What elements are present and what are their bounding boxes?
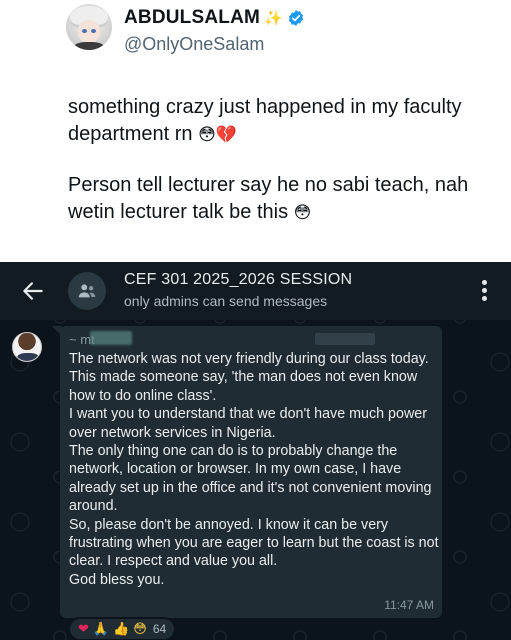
- group-icon: [78, 284, 96, 298]
- chat-header: CEF 301 2025_2026 SESSION only admins ca…: [0, 262, 511, 320]
- more-vert-icon[interactable]: [478, 278, 490, 304]
- profile-avatar[interactable]: [66, 4, 112, 50]
- flushed-emoji: 😳: [293, 203, 312, 223]
- tweet-text-1: something crazy just happened in my facu…: [68, 96, 462, 145]
- flushed-reaction-icon: 😳: [133, 621, 147, 637]
- author-handle[interactable]: @OnlyOneSalam: [124, 34, 264, 55]
- chat-screenshot: CEF 301 2025_2026 SESSION only admins ca…: [0, 262, 511, 640]
- pray-reaction-icon: 🙏: [92, 621, 110, 637]
- message-text: The network was not very friendly during…: [69, 351, 439, 588]
- display-name[interactable]: ABDULSALAM: [124, 7, 260, 29]
- message-bubble[interactable]: ~ mt The network was not very friendly d…: [52, 326, 442, 618]
- tweet-card: ABDULSALAM ✨ @OnlyOneSalam something cra…: [0, 0, 511, 262]
- thumbs-up-reaction-icon: 👍: [113, 621, 130, 637]
- reaction-count: 64: [152, 622, 167, 636]
- arrow-left-icon[interactable]: [20, 278, 46, 304]
- message-timestamp: 11:47 AM: [384, 598, 434, 612]
- flushed-broken-heart-emoji: 😳💔: [198, 125, 237, 145]
- tweet-text-paragraph-2: Person tell lecturer say he no sabi teac…: [68, 172, 488, 227]
- redacted-sender-name: [90, 331, 132, 345]
- verified-badge-icon: [288, 10, 303, 26]
- tweet-text-paragraph-1: something crazy just happened in my facu…: [68, 94, 488, 149]
- chat-subtitle: only admins can send messages: [124, 293, 328, 309]
- heart-reaction-icon: ❤: [78, 621, 89, 637]
- sender-avatar[interactable]: [12, 332, 42, 362]
- reactions-bar[interactable]: ❤ 🙏 👍 😳 64: [68, 617, 177, 640]
- tweet-text-2: Person tell lecturer say he no sabi teac…: [68, 174, 469, 223]
- group-avatar[interactable]: [68, 272, 106, 310]
- sparkle-icon: ✨: [264, 9, 283, 27]
- chat-title[interactable]: CEF 301 2025_2026 SESSION: [124, 271, 352, 289]
- author-name-row: ABDULSALAM ✨: [124, 6, 305, 30]
- redacted-phone-number: [315, 333, 375, 345]
